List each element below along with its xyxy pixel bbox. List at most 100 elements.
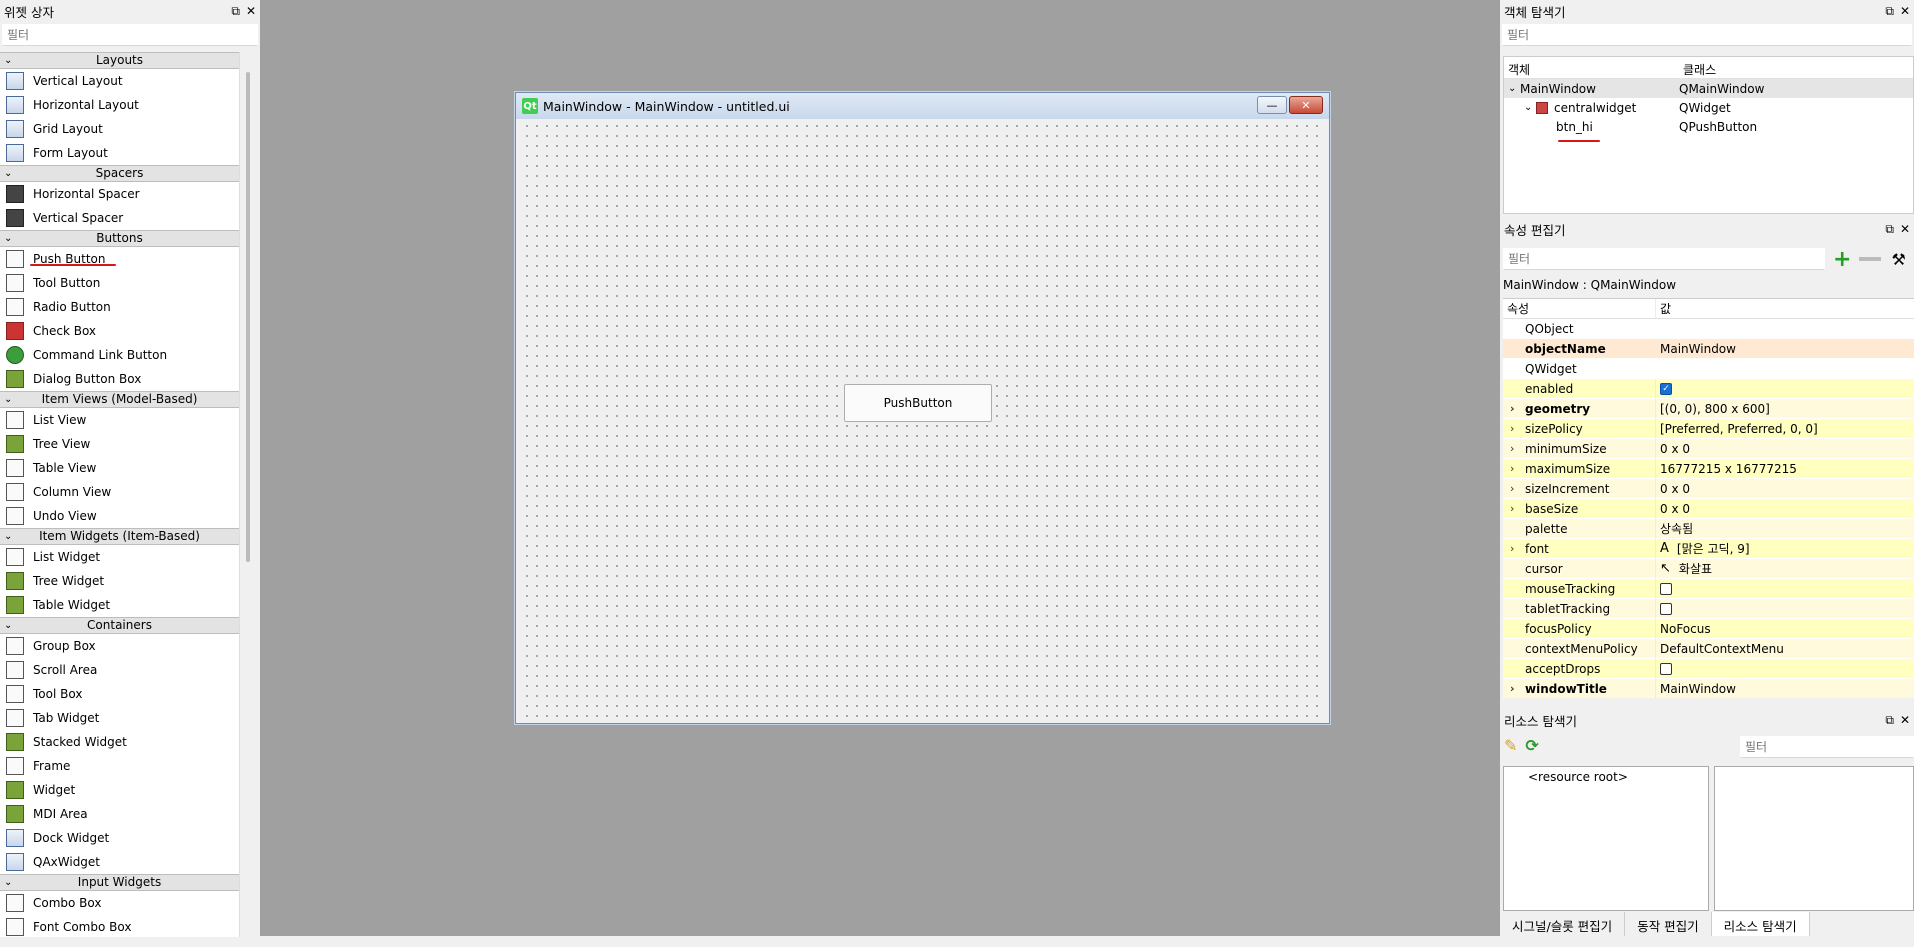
widget-item[interactable]: Push Button xyxy=(0,247,239,271)
property-group[interactable]: ⌄ QObject xyxy=(1503,319,1914,339)
category-header[interactable]: ⌄ Input Widgets xyxy=(0,874,239,891)
widget-item[interactable]: Font Combo Box xyxy=(0,915,239,937)
float-icon[interactable]: ⧉ xyxy=(1885,222,1894,237)
property-value-cell[interactable]: 상속됨 xyxy=(1655,519,1914,538)
widget-item[interactable]: Widget xyxy=(0,778,239,802)
property-value-cell[interactable]: NoFocus xyxy=(1655,619,1914,638)
chevron-right-icon[interactable]: › xyxy=(1510,442,1514,455)
property-value-cell[interactable]: MainWindow xyxy=(1655,679,1914,698)
widget-item[interactable]: Vertical Spacer xyxy=(0,206,239,230)
widget-item[interactable]: List Widget xyxy=(0,545,239,569)
property-row[interactable]: mouseTracking xyxy=(1503,579,1914,599)
widget-item[interactable]: Grid Layout xyxy=(0,117,239,141)
widget-item[interactable]: Tool Button xyxy=(0,271,239,295)
category-header[interactable]: ⌄ Item Views (Model-Based) xyxy=(0,391,239,408)
chevron-right-icon[interactable]: › xyxy=(1510,502,1514,515)
property-value-cell[interactable]: MainWindow xyxy=(1655,339,1914,358)
property-row[interactable]: › font A [맑은 고딕, 9] xyxy=(1503,539,1914,559)
widget-item[interactable]: QAxWidget xyxy=(0,850,239,874)
checkbox[interactable] xyxy=(1660,582,1672,595)
reload-icon[interactable]: ⟳ xyxy=(1525,736,1538,755)
property-value-cell[interactable]: ↖ 화살표 xyxy=(1655,559,1914,578)
chevron-right-icon[interactable]: › xyxy=(1510,462,1514,475)
close-icon[interactable]: ✕ xyxy=(1900,4,1910,19)
close-icon[interactable]: ✕ xyxy=(1900,222,1910,237)
column-header-class[interactable]: 클래스 xyxy=(1679,57,1913,78)
chevron-right-icon[interactable]: › xyxy=(1510,402,1515,415)
checkbox[interactable] xyxy=(1660,602,1672,615)
property-value-cell[interactable]: 0 x 0 xyxy=(1655,479,1914,498)
float-icon[interactable]: ⧉ xyxy=(1885,4,1894,19)
widget-item[interactable]: Scroll Area xyxy=(0,658,239,682)
close-button[interactable]: ✕ xyxy=(1289,96,1323,114)
chevron-right-icon[interactable]: › xyxy=(1510,422,1514,435)
widget-item[interactable]: MDI Area xyxy=(0,802,239,826)
widget-list-scrollbar[interactable] xyxy=(246,72,250,562)
property-row[interactable]: enabled ✓ xyxy=(1503,379,1914,399)
widget-filter-input[interactable] xyxy=(2,24,258,46)
property-row[interactable]: objectName MainWindow xyxy=(1503,339,1914,359)
property-row[interactable]: › maximumSize 16777215 x 16777215 xyxy=(1503,459,1914,479)
chevron-down-icon[interactable]: ⌄ xyxy=(1510,362,1519,375)
property-value-cell[interactable] xyxy=(1655,659,1914,678)
edit-resources-icon[interactable]: ✎ xyxy=(1504,736,1517,755)
property-row[interactable]: tabletTracking xyxy=(1503,599,1914,619)
property-value-cell[interactable]: 0 x 0 xyxy=(1655,439,1914,458)
widget-item[interactable]: List View xyxy=(0,408,239,432)
configure-icon[interactable]: ⚒ xyxy=(1891,250,1905,269)
widget-item[interactable]: Combo Box xyxy=(0,891,239,915)
property-value-cell[interactable]: ✓ xyxy=(1655,379,1914,398)
category-header[interactable]: ⌄ Item Widgets (Item-Based) xyxy=(0,528,239,545)
widget-item[interactable]: Frame xyxy=(0,754,239,778)
property-value-cell[interactable]: 16777215 x 16777215 xyxy=(1655,459,1914,478)
minimize-button[interactable]: — xyxy=(1257,96,1287,114)
widget-item[interactable]: Horizontal Spacer xyxy=(0,182,239,206)
resource-filter-input[interactable] xyxy=(1740,736,1914,758)
float-icon[interactable]: ⧉ xyxy=(1885,713,1894,728)
chevron-right-icon[interactable]: › xyxy=(1510,482,1514,495)
widget-item[interactable]: Tab Widget xyxy=(0,706,239,730)
category-header[interactable]: ⌄ Layouts xyxy=(0,52,239,69)
category-header[interactable]: ⌄ Containers xyxy=(0,617,239,634)
form-window[interactable]: Qt MainWindow - MainWindow - untitled.ui… xyxy=(515,92,1330,724)
property-row[interactable]: › minimumSize 0 x 0 xyxy=(1503,439,1914,459)
property-value-cell[interactable]: DefaultContextMenu xyxy=(1655,639,1914,658)
widget-item[interactable]: Undo View xyxy=(0,504,239,528)
property-row[interactable]: › sizePolicy [Preferred, Preferred, 0, 0] xyxy=(1503,419,1914,439)
widget-item[interactable]: Dock Widget xyxy=(0,826,239,850)
property-row[interactable]: › baseSize 0 x 0 xyxy=(1503,499,1914,519)
bottom-tab[interactable]: 시그널/슬롯 편집기 xyxy=(1500,912,1626,936)
column-header-property[interactable]: 속성 xyxy=(1503,299,1655,318)
widget-item[interactable]: Tree View xyxy=(0,432,239,456)
widget-item[interactable]: Dialog Button Box xyxy=(0,367,239,391)
form-canvas[interactable]: PushButton xyxy=(522,121,1323,719)
property-row[interactable]: palette 상속됨 xyxy=(1503,519,1914,539)
property-group[interactable]: ⌄ QWidget xyxy=(1503,359,1914,379)
close-icon[interactable]: ✕ xyxy=(246,4,256,19)
column-header-value[interactable]: 값 xyxy=(1655,299,1914,318)
resource-root-item[interactable]: <resource root> xyxy=(1504,767,1708,784)
widget-item[interactable]: Tree Widget xyxy=(0,569,239,593)
remove-property-icon[interactable] xyxy=(1859,257,1882,261)
property-value-cell[interactable]: [Preferred, Preferred, 0, 0] xyxy=(1655,419,1914,438)
property-value-cell[interactable] xyxy=(1655,599,1914,618)
float-icon[interactable]: ⧉ xyxy=(231,4,240,19)
widget-item[interactable]: Command Link Button xyxy=(0,343,239,367)
object-row[interactable]: ⌄ MainWindow QMainWindow xyxy=(1504,79,1913,98)
property-filter-input[interactable] xyxy=(1503,248,1825,270)
chevron-right-icon[interactable]: › xyxy=(1510,682,1515,695)
widget-item[interactable]: Group Box xyxy=(0,634,239,658)
widget-item[interactable]: Tool Box xyxy=(0,682,239,706)
bottom-tab[interactable]: 리소스 탐색기 xyxy=(1711,912,1810,936)
widget-item[interactable]: Horizontal Layout xyxy=(0,93,239,117)
property-row[interactable]: › geometry [(0, 0), 800 x 600] xyxy=(1503,399,1914,419)
chevron-down-icon[interactable]: ⌄ xyxy=(1508,83,1520,94)
property-value-cell[interactable]: 0 x 0 xyxy=(1655,499,1914,518)
chevron-right-icon[interactable]: › xyxy=(1510,542,1514,555)
object-row[interactable]: btn_hi QPushButton xyxy=(1504,117,1913,136)
bottom-tab[interactable]: 동작 편집기 xyxy=(1625,912,1712,936)
widget-item[interactable]: Table View xyxy=(0,456,239,480)
add-property-icon[interactable]: + xyxy=(1833,247,1851,272)
property-value-cell[interactable]: [(0, 0), 800 x 600] xyxy=(1655,399,1914,418)
object-filter-input[interactable] xyxy=(1502,24,1912,46)
